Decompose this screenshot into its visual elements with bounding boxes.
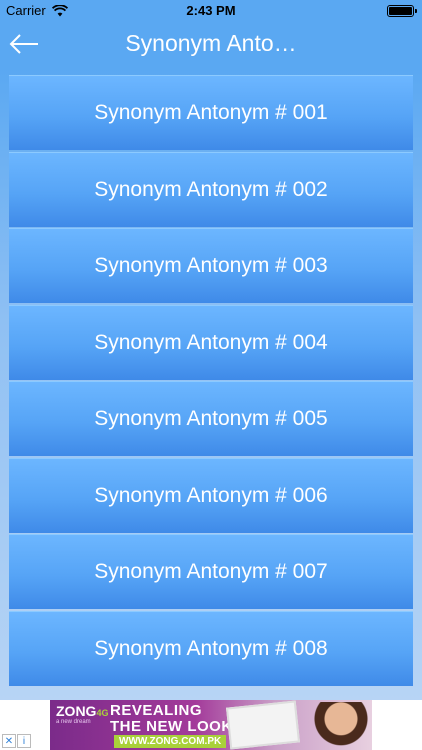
- battery-icon: [387, 5, 417, 17]
- list-item-003[interactable]: Synonym Antonym # 003: [9, 228, 413, 303]
- ad-bar: ✕ i ZONG4G a new dream REVEALING THE NEW…: [0, 700, 422, 750]
- clock: 2:43 PM: [186, 3, 236, 18]
- list-area[interactable]: Synonym Antonym # 001 Synonym Antonym # …: [0, 68, 422, 700]
- ad-headline-1: REVEALING: [110, 702, 203, 719]
- ad-person-image: [312, 702, 370, 750]
- battery-level: [389, 7, 412, 15]
- list-item-008[interactable]: Synonym Antonym # 008: [9, 610, 413, 686]
- list-item-004[interactable]: Synonym Antonym # 004: [9, 304, 413, 380]
- ad-logo: ZONG4G: [56, 703, 108, 719]
- app-screen: Carrier 2:43 PM Synonym Anto… Synonym An…: [0, 0, 422, 750]
- ad-choices[interactable]: ✕ i: [2, 734, 31, 748]
- ad-logo-text: ZONG: [56, 703, 97, 719]
- back-arrow-icon[interactable]: [8, 32, 40, 56]
- status-bar: Carrier 2:43 PM: [0, 0, 422, 22]
- list-item-006[interactable]: Synonym Antonym # 006: [9, 457, 413, 533]
- list-item-002[interactable]: Synonym Antonym # 002: [9, 151, 413, 227]
- navigation-bar: Synonym Anto…: [0, 22, 422, 68]
- ad-url: WWW.ZONG.COM.PK: [114, 735, 227, 748]
- ad-logo-subtitle: a new dream: [56, 719, 91, 725]
- ad-tablet-image: [225, 700, 301, 750]
- list-item-005[interactable]: Synonym Antonym # 005: [9, 381, 413, 456]
- list-item-007[interactable]: Synonym Antonym # 007: [9, 534, 413, 609]
- ad-banner[interactable]: ZONG4G a new dream REVEALING THE NEW LOO…: [50, 700, 372, 750]
- list-item-001[interactable]: Synonym Antonym # 001: [9, 75, 413, 150]
- ad-logo-4g: 4G: [96, 708, 109, 718]
- info-icon[interactable]: i: [17, 734, 31, 748]
- ad-headline-2: THE NEW LOOK!: [110, 718, 239, 735]
- item-list: Synonym Antonym # 001 Synonym Antonym # …: [9, 75, 413, 687]
- close-icon[interactable]: ✕: [2, 734, 16, 748]
- page-title: Synonym Anto…: [125, 30, 297, 56]
